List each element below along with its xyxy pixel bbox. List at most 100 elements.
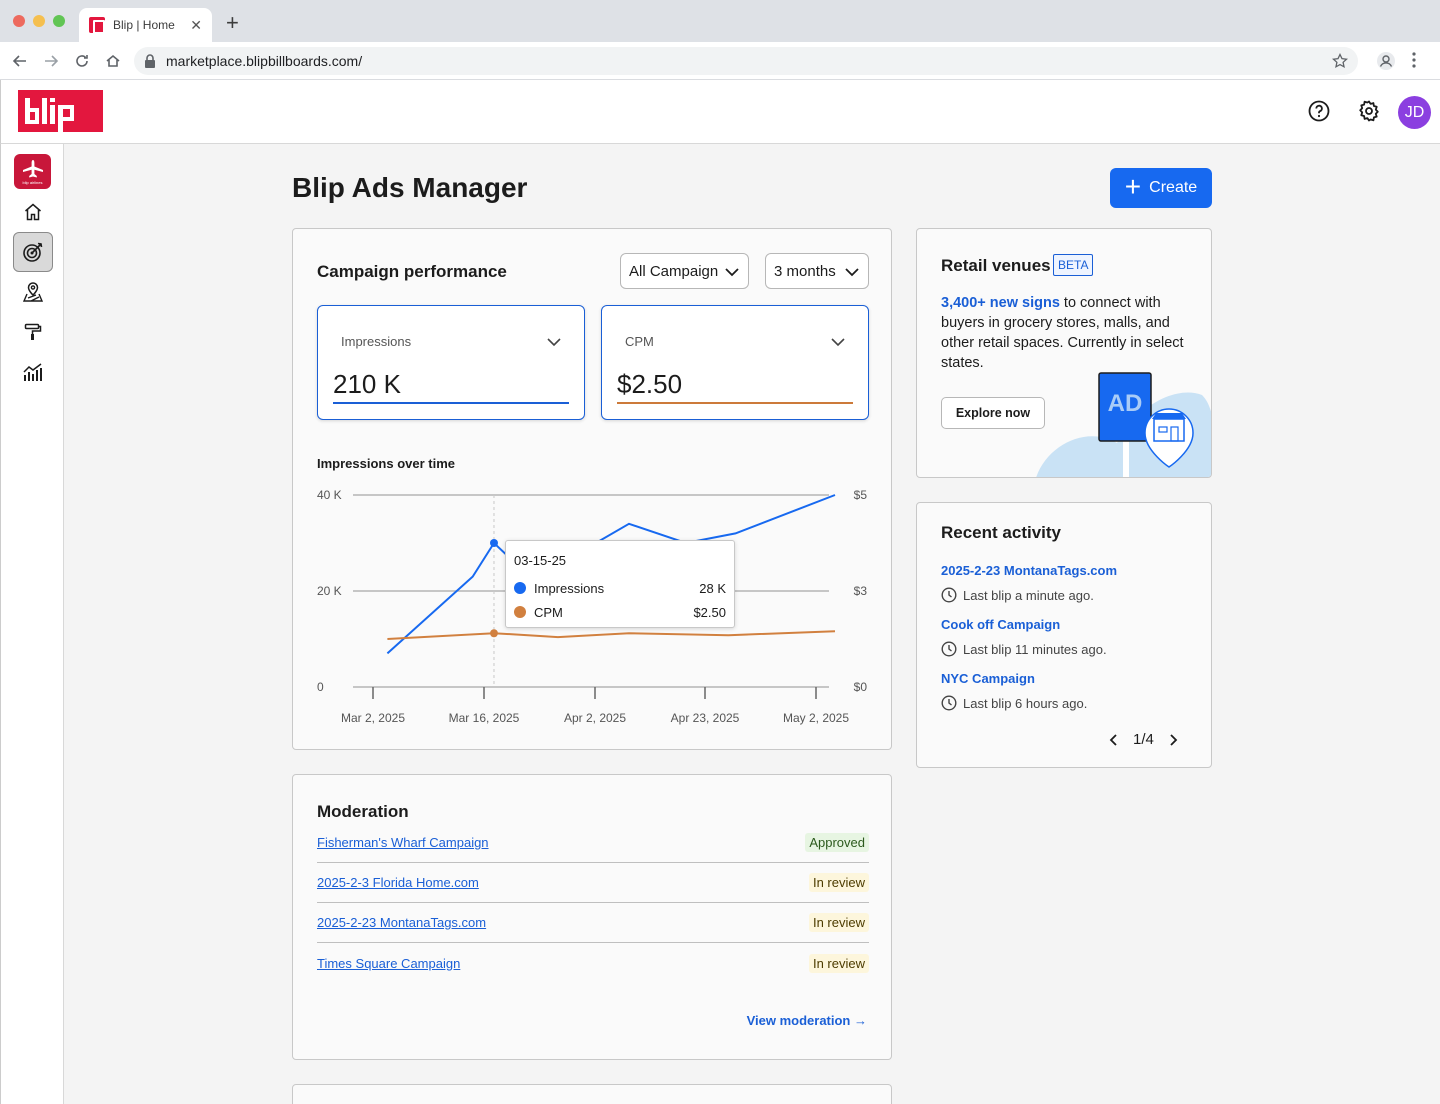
y-right-tick-label: $3 (854, 584, 868, 598)
nav-campaigns[interactable] (13, 232, 53, 272)
x-tick-label: Mar 16, 2025 (449, 711, 520, 725)
x-tick-label: Mar 2, 2025 (341, 711, 405, 725)
series-line-cpm (387, 630, 836, 640)
x-tick-label: May 2, 2025 (783, 711, 849, 725)
analytics-chart-icon (23, 363, 42, 381)
map-pin-icon (22, 282, 44, 302)
moderation-row: 2025-2-23 MontanaTags.com In review (317, 903, 869, 943)
moderation-row: Times Square Campaign In review (317, 943, 869, 983)
beta-badge: BETA (1053, 254, 1094, 276)
nav-analytics[interactable] (13, 352, 53, 392)
paint-roller-icon (24, 323, 42, 340)
y-left-tick-label: 20 K (317, 584, 342, 598)
blip-logo[interactable] (18, 90, 103, 132)
activity-pager: 1/4 (1107, 731, 1180, 748)
home-icon (25, 203, 41, 221)
address-bar[interactable]: marketplace.blipbillboards.com/ (134, 47, 1358, 75)
moderation-campaign-link[interactable]: 2025-2-3 Florida Home.com (317, 875, 479, 890)
page-indicator: 1/4 (1133, 731, 1154, 748)
moderation-row: 2025-2-3 Florida Home.com In review (317, 863, 869, 903)
clock-icon (941, 695, 957, 711)
status-badge: In review (808, 953, 869, 973)
billboard-ad-text: AD (1108, 390, 1143, 417)
settings-gear-icon[interactable] (1358, 100, 1380, 122)
activity-timestamp: Last blip 11 minutes ago. (941, 641, 1107, 657)
maximize-window-button[interactable] (53, 15, 65, 27)
highlight-point-cpm (489, 629, 498, 638)
chevron-left-icon[interactable] (1107, 733, 1121, 747)
nav-home[interactable] (13, 192, 53, 232)
retail-venues-description: 3,400+ new signs to connect with buyers … (941, 293, 1191, 373)
tooltip-series-name: CPM (534, 604, 563, 620)
create-button-label: Create (1149, 179, 1198, 196)
back-arrow-icon[interactable] (12, 53, 28, 69)
browser-menu-icon[interactable] (1412, 52, 1416, 68)
view-moderation-link[interactable]: View moderation → (747, 1013, 867, 1028)
user-avatar[interactable]: JD (1398, 96, 1431, 129)
tooltip-date: 03-15-25 (514, 553, 567, 568)
campaign-performance-card: Campaign performance All Campaign 3 mont… (292, 228, 892, 750)
browser-tab-bar: Blip | Home ✕ + (0, 0, 1440, 42)
browser-tab[interactable]: Blip | Home ✕ (79, 8, 212, 42)
reload-icon[interactable] (74, 53, 90, 69)
y-left-tick-label: 0 (317, 680, 324, 694)
activity-campaign-link[interactable]: Cook off Campaign (941, 617, 1060, 632)
status-badge: Approved (805, 833, 869, 852)
account-logo[interactable]: blip airlines (14, 154, 51, 189)
chevron-right-icon[interactable] (1166, 733, 1180, 747)
moderation-campaign-link[interactable]: 2025-2-23 MontanaTags.com (317, 915, 486, 930)
new-tab-icon[interactable]: + (226, 10, 239, 36)
tooltip-series-value: $2.50 (693, 604, 726, 620)
recent-activity-title: Recent activity (941, 523, 1061, 542)
moderation-campaign-link[interactable]: Fisherman's Wharf Campaign (317, 835, 489, 850)
lock-icon (145, 54, 155, 68)
nav-creatives[interactable] (13, 312, 53, 352)
activity-time-text: Last blip a minute ago. (963, 587, 1094, 603)
activity-campaign-link[interactable]: NYC Campaign (941, 671, 1035, 686)
activity-timestamp: Last blip a minute ago. (941, 587, 1094, 603)
account-logo-caption: blip airlines (22, 179, 43, 185)
highlight-point-impressions (489, 539, 498, 547)
blip-favicon-icon (89, 17, 105, 34)
moderation-title: Moderation (317, 802, 409, 821)
nav-locations[interactable] (13, 272, 53, 312)
activity-time-text: Last blip 6 hours ago. (963, 695, 1088, 711)
browser-profile-icon[interactable] (1376, 51, 1396, 71)
x-tick-label: Apr 23, 2025 (671, 711, 740, 725)
moderation-card: Moderation Fisherman's Wharf Campaign Ap… (292, 774, 892, 1060)
bookmark-star-icon[interactable] (1332, 53, 1348, 69)
billboard-illustration: AD (1036, 372, 1211, 477)
chart-tooltip: 03-15-25 Impressions 28 K CPM $2.50 (505, 540, 735, 628)
activity-campaign-link[interactable]: 2025-2-23 MontanaTags.com (941, 563, 1117, 578)
app-header: JD (0, 80, 1440, 144)
clock-icon (941, 587, 957, 603)
clock-icon (941, 641, 957, 657)
tab-title: Blip | Home (113, 18, 175, 32)
browser-toolbar: marketplace.blipbillboards.com/ (0, 42, 1440, 80)
left-nav-rail: blip airlines (0, 144, 64, 1104)
status-badge: In review (808, 913, 869, 932)
impressions-line-chart: 0 $0 20 K $3 40 K $5 Mar 2, 2025 Mar 16, 2025 Ap… (317, 488, 868, 725)
new-signs-highlight: 3,400+ new signs (941, 295, 1060, 311)
minimize-window-button[interactable] (33, 15, 45, 27)
x-tick-label: Apr 2, 2025 (564, 711, 626, 725)
create-button[interactable]: + Create (1110, 168, 1212, 208)
retail-venues-title: Retail venues (941, 256, 1051, 275)
next-card (292, 1084, 892, 1104)
help-icon[interactable] (1308, 100, 1330, 122)
page-title: Blip Ads Manager (292, 172, 528, 203)
close-tab-icon[interactable]: ✕ (190, 17, 202, 34)
plus-icon: + (1124, 170, 1142, 202)
close-window-button[interactable] (13, 15, 25, 27)
moderation-campaign-link[interactable]: Times Square Campaign (317, 956, 460, 971)
airplane-icon (22, 159, 43, 177)
activity-timestamp: Last blip 6 hours ago. (941, 695, 1087, 711)
moderation-row: Fisherman's Wharf Campaign Approved (317, 823, 869, 863)
y-right-tick-label: $0 (854, 680, 868, 694)
tooltip-row-impressions: Impressions 28 K (514, 580, 726, 596)
retail-venues-card: Retail venues BETA 3,400+ new signs to c… (916, 228, 1212, 478)
tooltip-series-value: 28 K (699, 580, 726, 596)
y-right-tick-label: $5 (854, 488, 868, 502)
home-icon[interactable] (105, 53, 121, 69)
forward-arrow-icon[interactable] (43, 53, 59, 69)
